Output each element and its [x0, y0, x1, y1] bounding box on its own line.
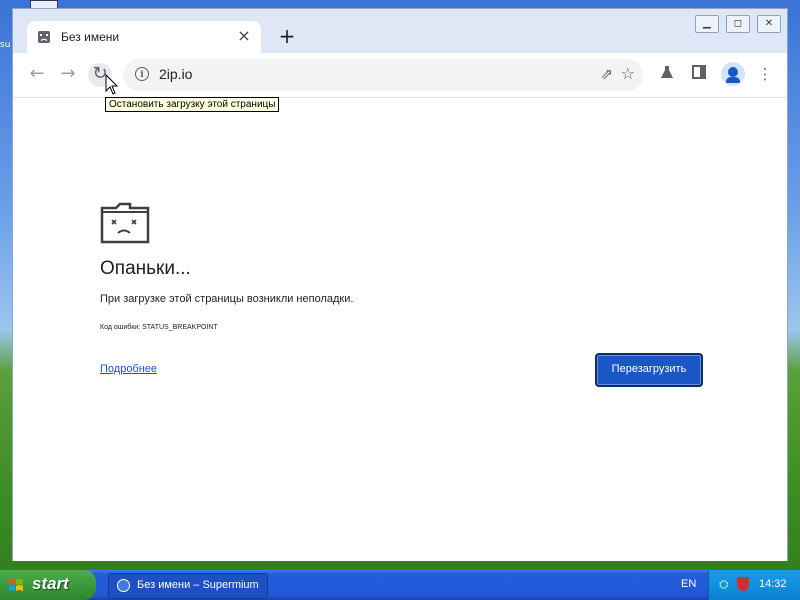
site-info-icon[interactable]: i — [135, 67, 149, 81]
taskbar-item-browser[interactable]: Без имени – Supermium — [108, 573, 268, 599]
browser-window: Без имени × + ▁ ◻ ✕ ← → ↻ i 2ip.io ⇗ ☆ ⋮ — [12, 8, 788, 561]
tooltip: Остановить загрузку этой страницы — [105, 97, 280, 112]
labs-flask-icon[interactable] — [656, 63, 678, 85]
maximize-button[interactable]: ◻ — [725, 15, 750, 33]
reload-page-button[interactable]: Перезагрузить — [595, 353, 703, 387]
taskbar-item-label: Без имени – Supermium — [137, 579, 259, 591]
language-indicator[interactable]: EN — [681, 578, 696, 590]
new-tab-button[interactable]: + — [275, 25, 299, 49]
desktop-icon-label: su — [0, 40, 11, 50]
error-code: Код ошибки: STATUS_BREAKPOINT — [100, 324, 218, 331]
details-link[interactable]: Подробнее — [100, 363, 157, 375]
close-window-button[interactable]: ✕ — [757, 15, 781, 33]
page-content: Опаньки... При загрузке этой страницы во… — [13, 98, 787, 561]
sad-page-icon — [38, 31, 50, 43]
system-tray: ⛭ 14:32 — [708, 570, 800, 600]
profile-avatar[interactable] — [721, 62, 745, 86]
minimize-button[interactable]: ▁ — [694, 15, 719, 33]
taskbar: start Без имени – Supermium EN ⛭ 14:32 — [0, 570, 800, 600]
star-icon[interactable]: ☆ — [621, 64, 635, 83]
start-label: start — [32, 574, 69, 593]
url-text[interactable]: 2ip.io — [159, 66, 192, 82]
clock[interactable]: 14:32 — [759, 578, 787, 590]
tab-title: Без имени — [61, 30, 120, 44]
windows-flag-icon — [9, 579, 23, 591]
menu-kebab-icon[interactable]: ⋮ — [754, 63, 776, 85]
mouse-cursor-icon — [105, 74, 119, 95]
side-panel-icon[interactable] — [688, 63, 710, 85]
network-icon[interactable]: ⛭ — [719, 577, 729, 592]
start-button[interactable]: start — [0, 570, 96, 600]
error-title: Опаньки... — [100, 258, 191, 279]
sad-folder-icon — [100, 202, 150, 244]
error-description: При загрузке этой страницы возникли непо… — [100, 293, 354, 305]
tab-close-icon[interactable]: × — [235, 27, 253, 45]
tab-strip: Без имени × + ▁ ◻ ✕ — [13, 9, 787, 53]
tab-active[interactable]: Без имени × — [27, 21, 261, 53]
back-button[interactable]: ← — [25, 63, 49, 87]
window-controls: ▁ ◻ ✕ — [693, 11, 781, 33]
forward-button[interactable]: → — [56, 63, 80, 87]
supermium-icon — [117, 579, 130, 592]
share-icon[interactable]: ⇗ — [600, 65, 613, 83]
browser-toolbar: ← → ↻ i 2ip.io ⇗ ☆ ⋮ — [13, 53, 787, 98]
address-bar[interactable]: i 2ip.io ⇗ ☆ — [123, 59, 643, 91]
security-shield-icon[interactable] — [737, 577, 749, 591]
